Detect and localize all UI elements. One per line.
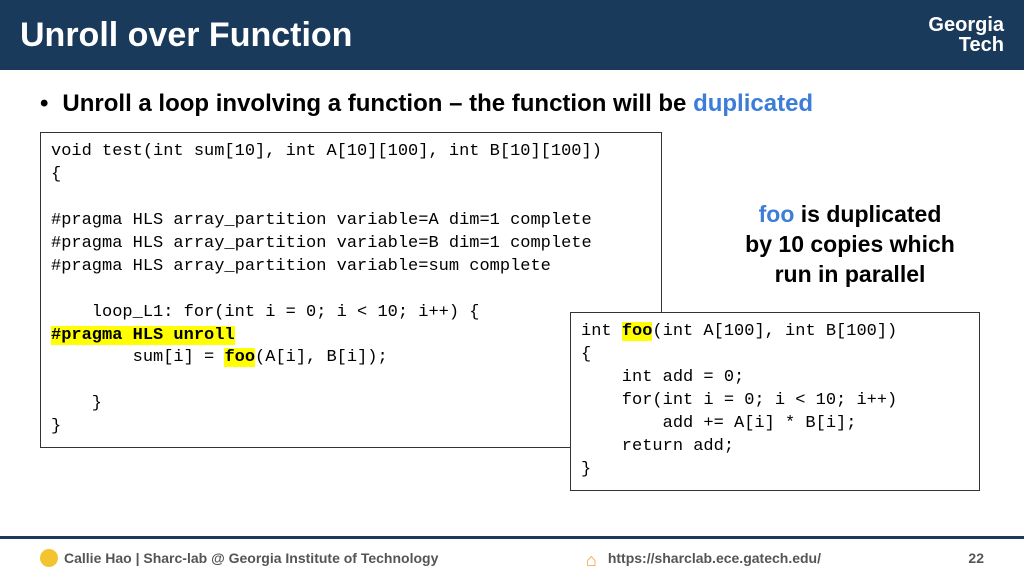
code-box-foo: int foo(int A[100], int B[100]) { int ad… <box>570 312 980 491</box>
code-box-test: void test(int sum[10], int A[10][100], i… <box>40 132 662 448</box>
callout-text: foo is duplicated by 10 copies which run… <box>700 200 1000 290</box>
footer-url: https://sharclab.ece.gatech.edu/ <box>586 550 821 566</box>
footer-author: Callie Hao | Sharc-lab @ Georgia Institu… <box>40 549 438 567</box>
foo-def-highlight: foo <box>622 322 653 341</box>
highlight-duplicated: duplicated <box>693 90 813 117</box>
bullet-dot: • <box>40 90 48 118</box>
pragma-unroll-highlight: #pragma HLS unroll <box>51 326 235 345</box>
foo-call-highlight: foo <box>224 348 255 367</box>
gt-logo: Georgia Tech <box>928 15 1004 55</box>
bee-icon <box>40 549 58 567</box>
bullet-line: • Unroll a loop involving a function – t… <box>40 90 984 118</box>
slide-header: Unroll over Function Georgia Tech <box>0 0 1024 70</box>
home-icon <box>586 550 602 566</box>
slide-content: • Unroll a loop involving a function – t… <box>0 70 1024 118</box>
page-number: 22 <box>968 550 984 566</box>
slide-title: Unroll over Function <box>20 16 352 55</box>
slide-footer: Callie Hao | Sharc-lab @ Georgia Institu… <box>0 536 1024 576</box>
